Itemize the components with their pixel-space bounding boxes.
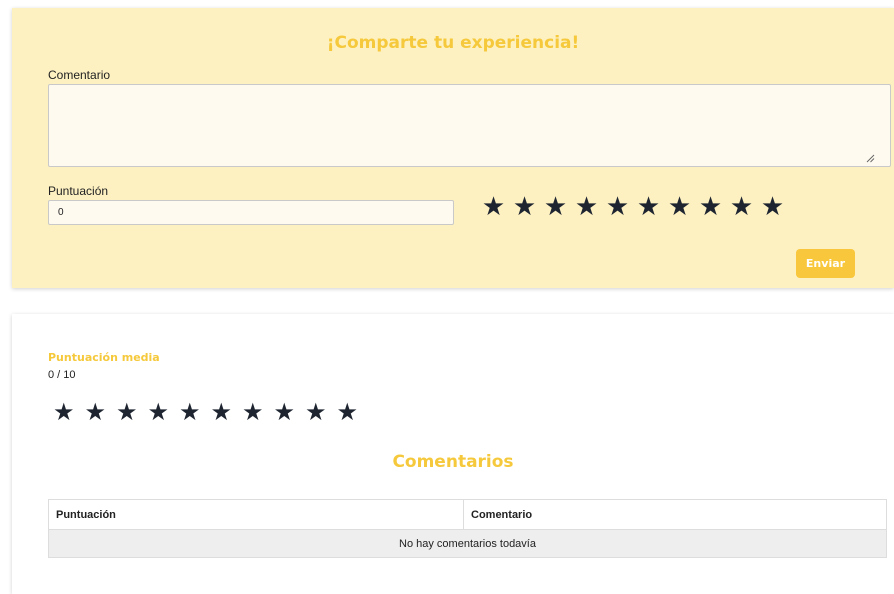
star-rating-input[interactable]: ★ ★ ★ ★ ★ ★ ★ ★ ★ ★ <box>478 194 788 226</box>
average-score-label: Puntuación media <box>48 351 160 364</box>
star-icon[interactable]: ★ <box>509 194 540 226</box>
star-icon[interactable]: ★ <box>726 194 757 226</box>
star-icon: ★ <box>84 398 106 426</box>
star-icon: ★ <box>52 398 75 426</box>
rating-summary: Puntuación media 0 / 10 ★ ★ ★ ★ ★ ★ ★ ★ ★ ★ Comen… <box>12 314 894 594</box>
table-header-row: Puntuación Comentario <box>48 499 887 530</box>
star-icon: ★ <box>210 398 232 426</box>
column-header-score: Puntuación <box>48 499 464 530</box>
submit-button[interactable]: Enviar <box>796 249 855 278</box>
star-icon: ★ <box>178 398 201 426</box>
star-icon[interactable]: ★ <box>571 194 602 226</box>
star-icon[interactable]: ★ <box>478 194 509 226</box>
star-icon[interactable]: ★ <box>695 194 726 226</box>
experience-form: ¡Comparte tu experiencia! Comentario Pun… <box>12 8 894 288</box>
resize-grip-icon[interactable] <box>865 153 875 163</box>
star-icon: ★ <box>115 398 138 426</box>
table-row: No hay comentarios todavía <box>48 529 887 558</box>
star-icon[interactable]: ★ <box>540 194 571 226</box>
comment-label: Comentario <box>48 68 111 82</box>
star-icon: ★ <box>304 398 327 426</box>
comments-heading: Comentarios <box>392 452 514 472</box>
star-icon: ★ <box>273 398 295 426</box>
comment-textarea[interactable] <box>48 84 891 167</box>
comments-table: Puntuación Comentario No hay comentarios… <box>48 499 887 558</box>
average-star-rating: ★ ★ ★ ★ ★ ★ ★ ★ ★ ★ <box>48 400 363 430</box>
form-title: ¡Comparte tu experiencia! <box>326 33 580 53</box>
average-score-value: 0 / 10 <box>48 369 76 381</box>
star-icon[interactable]: ★ <box>664 194 695 226</box>
star-icon[interactable]: ★ <box>757 194 788 226</box>
star-icon: ★ <box>336 398 358 426</box>
star-icon: ★ <box>241 398 264 426</box>
star-icon[interactable]: ★ <box>633 194 664 226</box>
score-input[interactable] <box>48 200 454 225</box>
empty-comments-message: No hay comentarios todavía <box>48 529 887 558</box>
star-icon: ★ <box>147 398 169 426</box>
star-icon[interactable]: ★ <box>602 194 633 226</box>
column-header-comment: Comentario <box>463 499 887 530</box>
score-label: Puntuación <box>48 184 109 198</box>
